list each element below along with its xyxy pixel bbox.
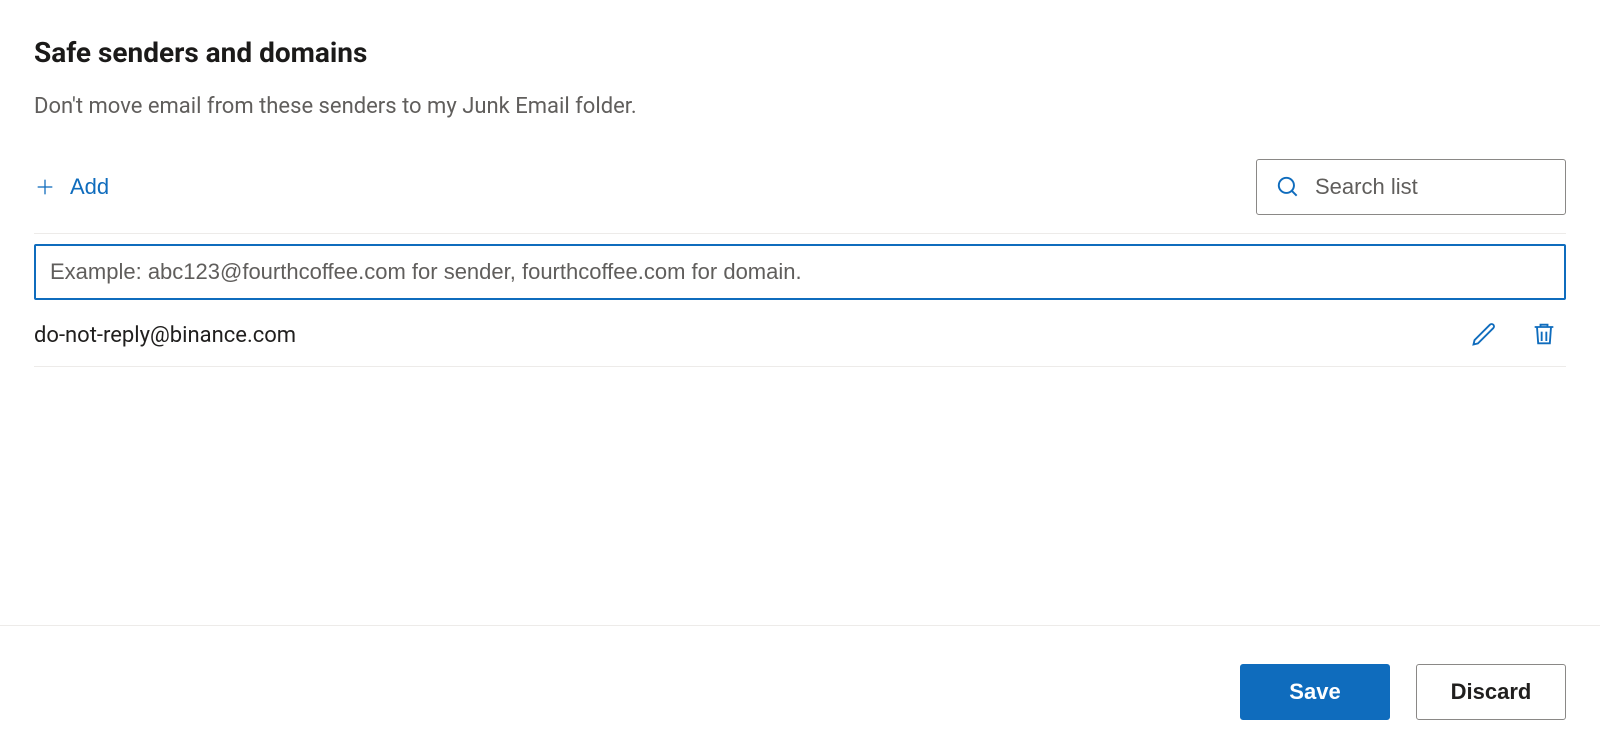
footer-separator	[0, 625, 1600, 626]
safe-senders-list: do-not-reply@binance.com	[34, 233, 1566, 367]
list-item-actions	[1468, 320, 1566, 352]
plus-icon	[34, 176, 56, 198]
page-title: Safe senders and domains	[34, 36, 1566, 70]
search-icon	[1275, 173, 1301, 201]
save-button[interactable]: Save	[1240, 664, 1390, 720]
safe-senders-panel: { "header": { "title": "Safe senders and…	[0, 0, 1600, 736]
discard-button[interactable]: Discard	[1416, 664, 1566, 720]
toolbar: Add	[34, 159, 1566, 215]
add-button-label: Add	[70, 174, 109, 200]
trash-icon	[1530, 320, 1558, 351]
list-item: do-not-reply@binance.com	[34, 310, 1566, 367]
pencil-icon	[1470, 320, 1498, 351]
page-description: Don't move email from these senders to m…	[34, 94, 1566, 119]
add-button[interactable]: Add	[34, 174, 109, 200]
search-input[interactable]	[1315, 174, 1600, 200]
add-entry-input[interactable]	[34, 244, 1566, 300]
edit-button[interactable]	[1468, 320, 1500, 352]
footer-bar: Save Discard	[0, 664, 1600, 720]
list-item-email: do-not-reply@binance.com	[34, 323, 296, 348]
search-box[interactable]	[1256, 159, 1566, 215]
delete-button[interactable]	[1528, 320, 1560, 352]
